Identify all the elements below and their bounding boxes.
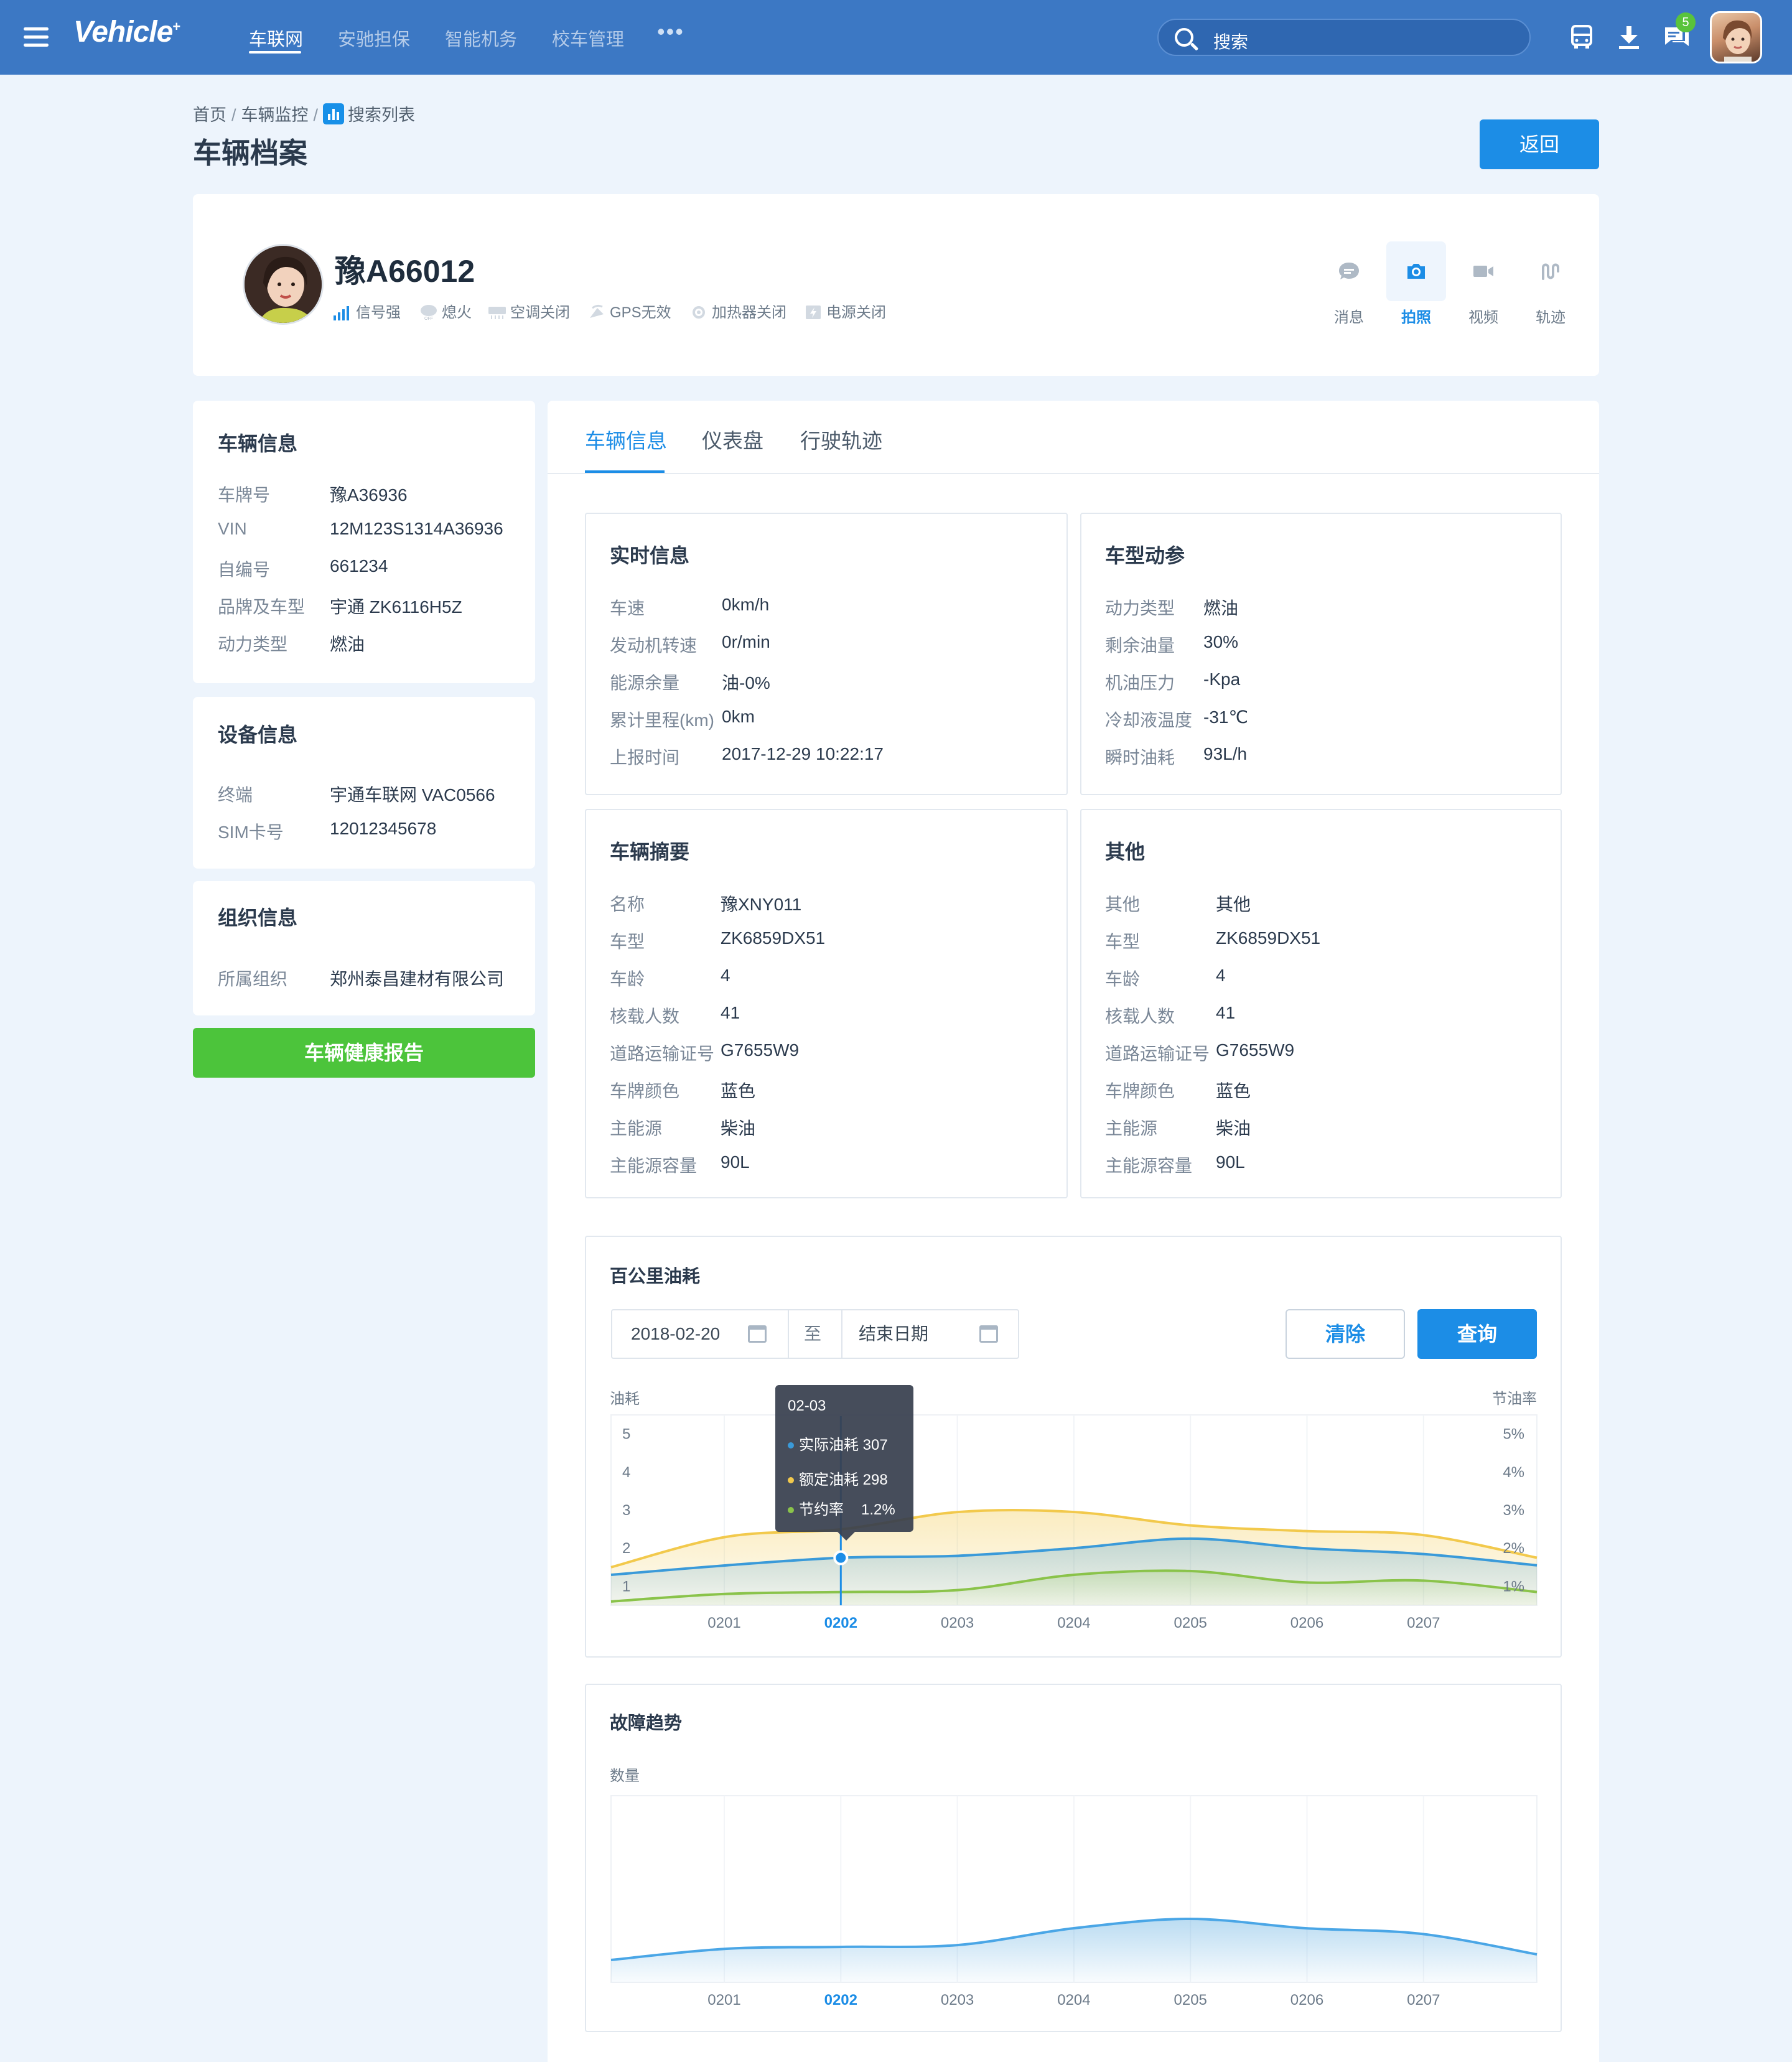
x-tick-label: 0205 <box>1174 1992 1207 2008</box>
x-tick-label: 0207 <box>1407 1992 1440 2008</box>
x-tick-label: 0203 <box>941 1992 974 2008</box>
x-tick-label: 0204 <box>1057 1992 1090 2008</box>
x-tick-label: 0201 <box>707 1992 740 2008</box>
x-tick-label: 0206 <box>1290 1992 1323 2008</box>
fault-chart: 0201 0202 0203 0204 0205 0206 0207 <box>610 1795 1538 2008</box>
x-tick-label: 0202 <box>824 1992 857 2008</box>
